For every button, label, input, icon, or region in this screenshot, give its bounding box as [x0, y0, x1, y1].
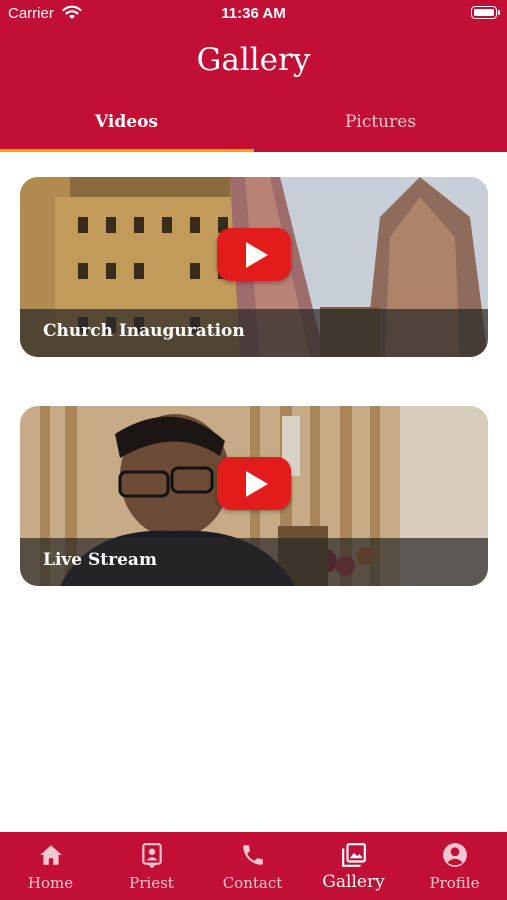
status-time: 11:36 AM — [221, 5, 286, 22]
profile-icon — [443, 843, 467, 867]
nav-priest[interactable]: Priest — [101, 832, 202, 900]
nav-priest-label: Priest — [129, 874, 174, 892]
tab-videos[interactable]: Videos — [0, 100, 253, 152]
battery-icon — [471, 6, 500, 19]
nav-profile-label: Profile — [429, 874, 480, 892]
gallery-icon — [342, 843, 366, 867]
home-icon — [40, 845, 62, 865]
video-card-church-inauguration[interactable]: Church Inauguration — [20, 177, 488, 357]
nav-gallery-label: Gallery — [322, 872, 385, 892]
nav-home[interactable]: Home — [0, 832, 101, 900]
status-bar: Carrier 11:36 AM — [0, 0, 507, 28]
bottom-nav: Home Priest Contact Gallery Profile — [0, 832, 507, 900]
play-button[interactable] — [217, 228, 291, 281]
tab-pictures[interactable]: Pictures — [254, 100, 507, 152]
tab-active-indicator — [0, 149, 254, 152]
video-title: Live Stream — [43, 550, 157, 570]
video-caption-bar: Church Inauguration — [20, 309, 488, 357]
nav-profile[interactable]: Profile — [404, 832, 505, 900]
video-card-live-stream[interactable]: Live Stream — [20, 406, 488, 586]
gallery-tabs: Videos Pictures — [0, 100, 507, 152]
nav-gallery[interactable]: Gallery — [303, 832, 404, 900]
play-button[interactable] — [217, 457, 291, 510]
nav-contact[interactable]: Contact — [202, 832, 303, 900]
video-caption-bar: Live Stream — [20, 538, 488, 586]
video-title: Church Inauguration — [43, 321, 245, 341]
nav-home-label: Home — [27, 874, 74, 892]
page-title: Gallery — [196, 42, 311, 78]
nav-contact-label: Contact — [222, 874, 283, 892]
phone-icon — [243, 845, 263, 865]
app-header: Carrier 11:36 AM Gallery Videos Pictures — [0, 0, 507, 152]
priest-badge-icon — [142, 843, 162, 868]
